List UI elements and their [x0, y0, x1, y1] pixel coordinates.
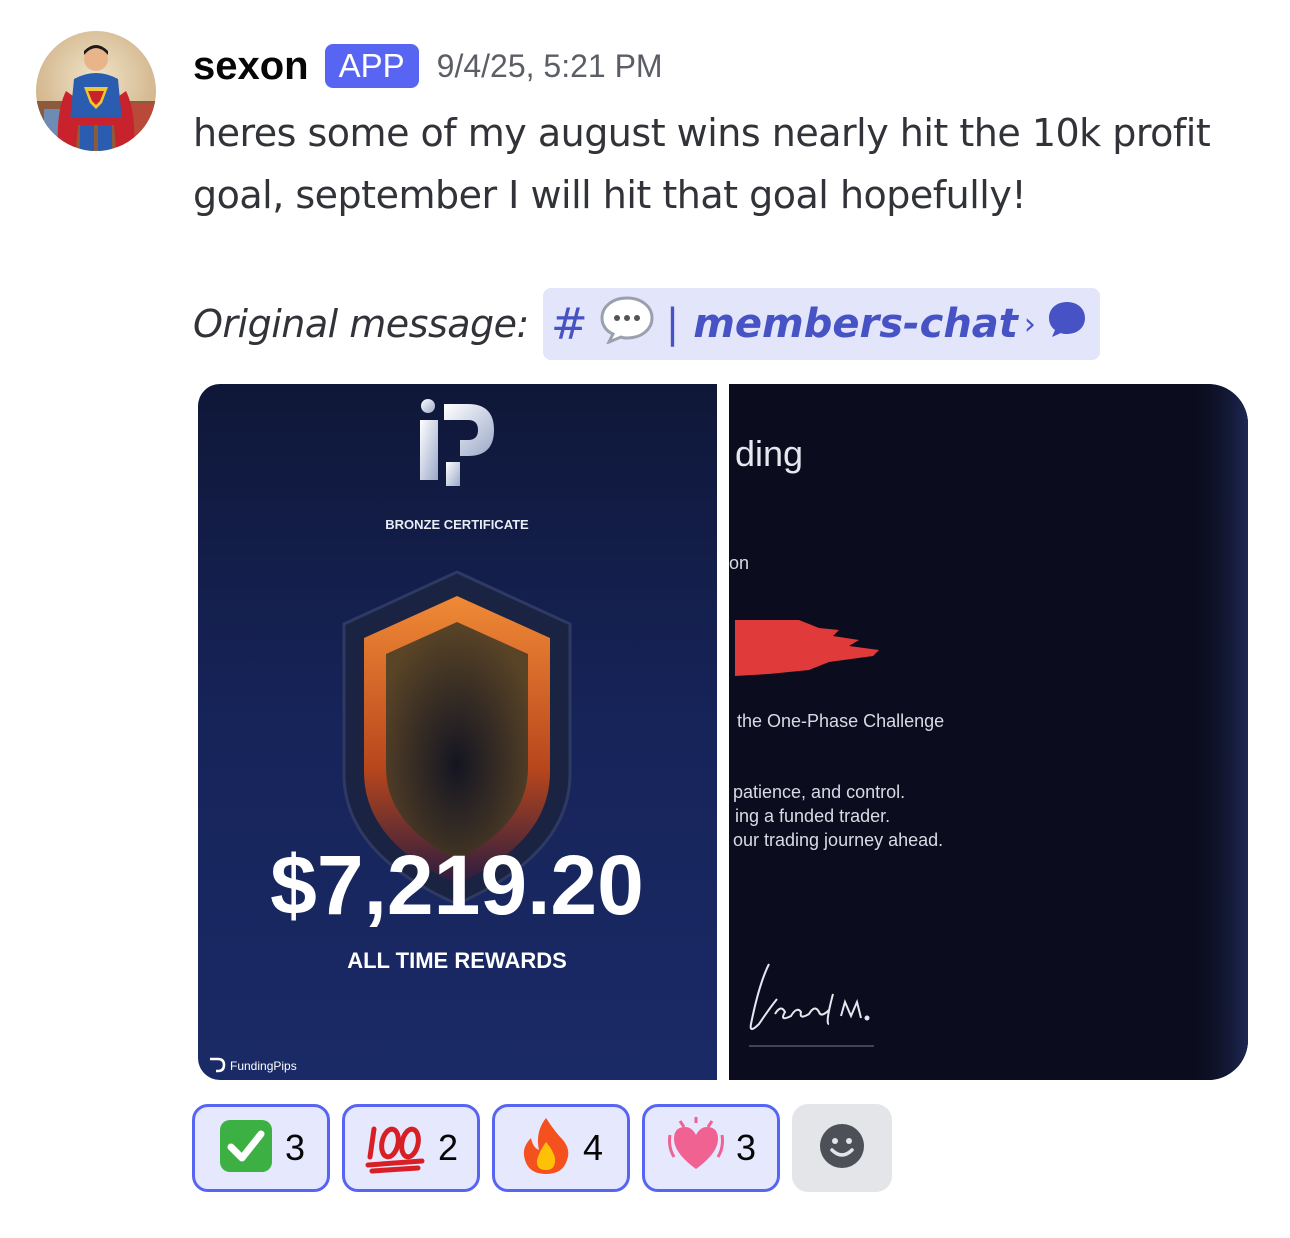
reaction-count: 2: [437, 1127, 459, 1168]
thread-icon: [1046, 299, 1088, 349]
letter-line-5: our trading journey ahead.: [733, 830, 943, 850]
message-content: heres some of my august wins nearly hit …: [193, 111, 1211, 217]
letter-image[interactable]: ding on the One-Phase Challenge patience…: [729, 384, 1248, 1080]
growing-heart-emoji-icon: [666, 1117, 726, 1179]
user-avatar[interactable]: [36, 31, 156, 151]
letter-line-3: patience, and control.: [733, 782, 905, 802]
reward-amount: $7,219.20: [270, 838, 644, 932]
brand-name: FundingPips: [230, 1059, 297, 1073]
original-message-line: Original message: # | members-chat ›: [193, 288, 1100, 360]
reaction-count: 4: [582, 1127, 604, 1168]
smiley-face-icon: [818, 1122, 866, 1174]
fire-emoji-icon: [519, 1116, 573, 1180]
add-reaction-button[interactable]: [792, 1104, 892, 1192]
timestamp[interactable]: 9/4/25, 5:21 PM: [437, 48, 663, 85]
reaction-fire[interactable]: 4: [492, 1104, 630, 1192]
channel-mention[interactable]: # | members-chat ›: [542, 288, 1100, 360]
congratulations-letter-graphic: ding on the One-Phase Challenge patience…: [729, 384, 1248, 1080]
original-message-label: Original message:: [193, 302, 529, 346]
channel-separator: |: [665, 301, 680, 347]
certificate-image[interactable]: BRONZE CERTIFICATE $7,219.20 ALL TIME RE…: [198, 384, 717, 1080]
app-badge: APP: [324, 44, 419, 88]
check-mark-emoji-icon: [217, 1117, 275, 1179]
bronze-certificate-graphic: BRONZE CERTIFICATE $7,219.20 ALL TIME RE…: [198, 384, 717, 1080]
username[interactable]: sexon: [193, 44, 309, 89]
channel-name: members-chat: [693, 301, 1018, 347]
reaction-count: 3: [284, 1127, 306, 1168]
letter-line-4: ing a funded trader.: [735, 806, 890, 826]
reaction-hundred-points[interactable]: 2: [342, 1104, 480, 1192]
letter-title: ding: [735, 433, 803, 474]
letter-line-1: on: [729, 553, 749, 573]
reaction-count: 3: [735, 1127, 757, 1168]
superman-avatar-image: [36, 31, 156, 151]
reaction-growing-heart[interactable]: 3: [642, 1104, 780, 1192]
reaction-bar: 3 2 4 3: [192, 1104, 892, 1192]
reward-caption: ALL TIME REWARDS: [347, 948, 567, 973]
speech-bubble-icon: [598, 294, 656, 354]
reaction-check-mark[interactable]: 3: [192, 1104, 330, 1192]
hundred-points-emoji-icon: [364, 1117, 428, 1179]
channel-hash: #: [550, 298, 588, 350]
certificate-tier: BRONZE CERTIFICATE: [385, 517, 529, 532]
message-header: sexon APP 9/4/25, 5:21 PM: [193, 38, 663, 94]
letter-line-2: the One-Phase Challenge: [737, 711, 944, 731]
chevron-right-icon: ›: [1023, 306, 1036, 342]
